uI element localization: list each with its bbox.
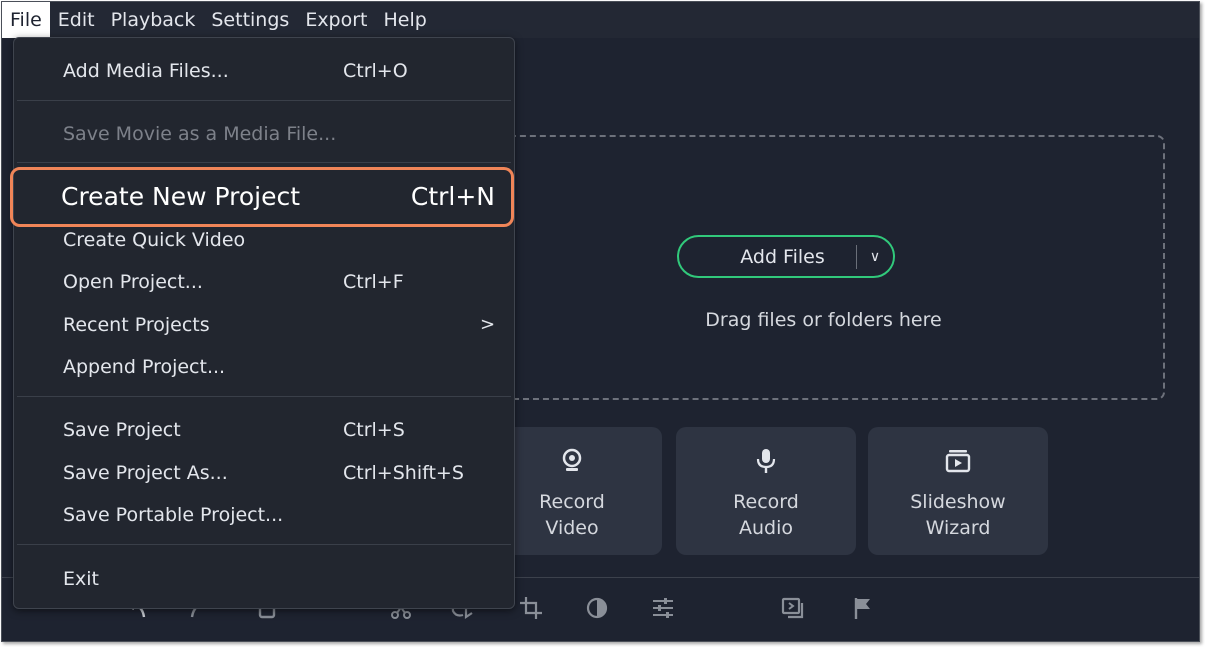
- menu-item-label: Save Movie as a Media File...: [63, 123, 337, 145]
- menu-item-shortcut: Ctrl+N: [410, 182, 495, 211]
- menu-item-shortcut: Ctrl+S: [343, 419, 405, 441]
- menu-file[interactable]: File: [2, 2, 50, 38]
- menu-playback[interactable]: Playback: [103, 2, 204, 38]
- equalizer-icon[interactable]: [650, 595, 676, 621]
- menu-item-label: Exit: [63, 568, 99, 590]
- menu-separator: [17, 162, 511, 163]
- menu-edit[interactable]: Edit: [50, 2, 103, 38]
- menu-export[interactable]: Export: [297, 2, 375, 38]
- menu-item-label: Create New Project: [61, 182, 301, 211]
- menu-item-label: Append Project...: [63, 356, 226, 378]
- file-menu-dropdown: Add Media Files... Ctrl+O Save Movie as …: [10, 37, 515, 609]
- menu-bar: File Edit Playback Settings Export Help: [2, 2, 1199, 38]
- chevron-down-icon[interactable]: ∨: [857, 249, 893, 265]
- color-adjust-icon[interactable]: [584, 595, 610, 621]
- menu-item-label: Recent Projects: [63, 314, 210, 336]
- tile-label-line1: Slideshow: [910, 491, 1006, 513]
- tile-label-line2: Audio: [738, 517, 793, 539]
- tile-label-line2: Wizard: [925, 517, 991, 539]
- add-files-label: Add Files: [740, 245, 825, 268]
- chevron-right-icon: >: [480, 314, 496, 335]
- transition-icon[interactable]: [780, 595, 806, 621]
- media-drop-zone[interactable]: Add Files ∨ Drag files or folders here: [472, 135, 1165, 400]
- drag-hint-text: Drag files or folders here: [705, 309, 942, 331]
- add-files-button[interactable]: Add Files ∨: [677, 235, 895, 278]
- menu-separator: [17, 100, 511, 101]
- marker-flag-icon[interactable]: [850, 595, 876, 621]
- slideshow-wizard-button[interactable]: Slideshow Wizard: [868, 427, 1048, 555]
- menu-item-shortcut: Ctrl+F: [343, 271, 404, 293]
- menu-item-label: Open Project...: [63, 271, 203, 293]
- menu-item-label: Create Quick Video: [63, 229, 246, 251]
- microphone-icon: [676, 447, 856, 475]
- crop-icon[interactable]: [518, 595, 544, 621]
- tile-label-line1: Record: [733, 491, 799, 513]
- app-window: File Edit Playback Settings Export Help …: [1, 1, 1200, 642]
- menu-item-shortcut: Ctrl+O: [343, 60, 408, 82]
- menu-settings[interactable]: Settings: [203, 2, 297, 38]
- menu-item-label: Save Portable Project...: [63, 504, 284, 526]
- menu-help[interactable]: Help: [376, 2, 435, 38]
- record-audio-button[interactable]: Record Audio: [676, 427, 856, 555]
- menu-separator: [17, 396, 511, 397]
- menu-separator: [17, 544, 511, 545]
- menu-item-label: Save Project: [63, 419, 181, 441]
- menu-item-label: Add Media Files...: [63, 60, 229, 82]
- menu-item-label: Save Project As...: [63, 462, 228, 484]
- slideshow-icon: [868, 447, 1048, 475]
- menu-item-shortcut: Ctrl+Shift+S: [343, 462, 464, 484]
